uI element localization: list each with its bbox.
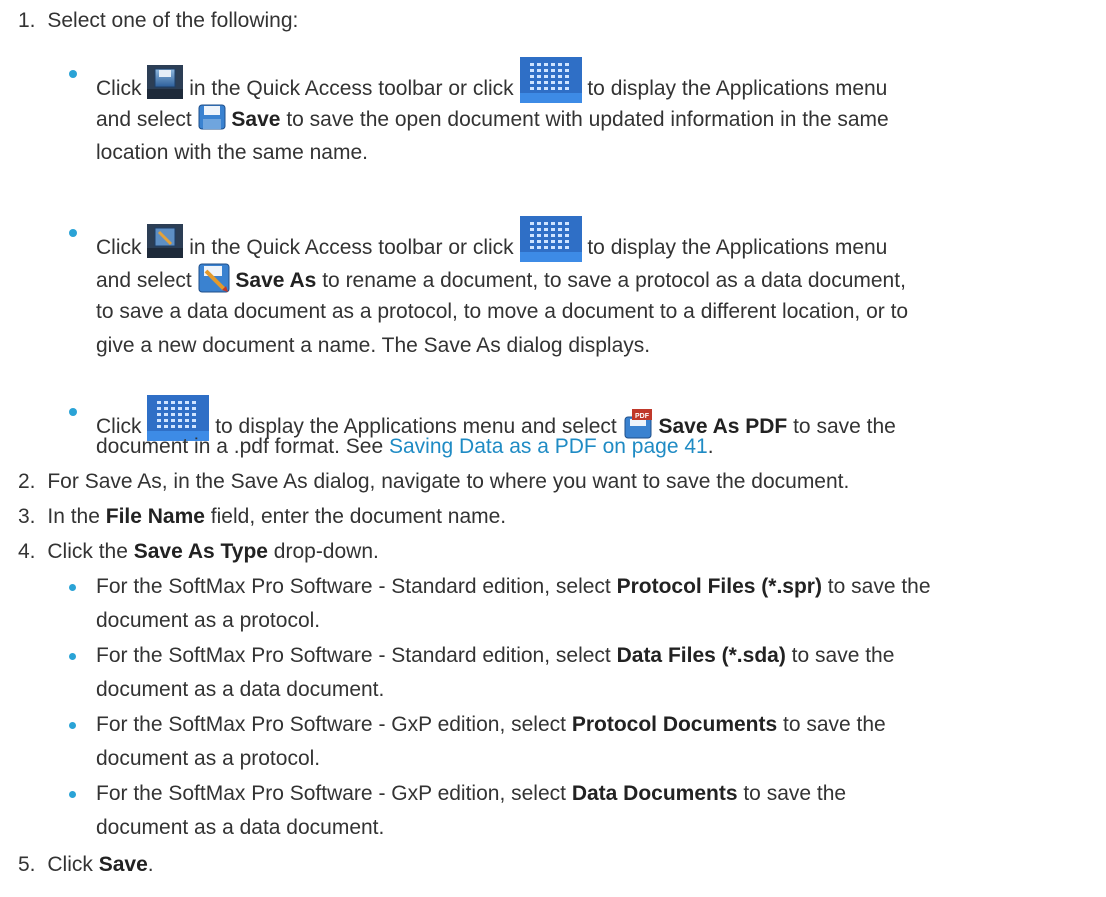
applications-menu-icon[interactable] [519, 216, 582, 262]
step-text: For Save As, in the Save As dialog, navi… [47, 470, 850, 493]
sub-text: to save the [785, 644, 895, 667]
bullet-text: give a new document a name. The Save As … [96, 334, 651, 357]
sub-text: to save the [737, 782, 847, 805]
sub-item-2-line2: document as a data document. [96, 675, 384, 705]
sub-item-1-line1: For the SoftMax Pro Software - Standard … [96, 572, 931, 602]
sub-item-4-line1: For the SoftMax Pro Software - GxP editi… [96, 779, 846, 809]
bullet-text: and select [96, 108, 192, 131]
sub-text: to save the [821, 575, 931, 598]
option-label: Data Files (*.sda) [616, 644, 786, 667]
step-4: 4. Click the Save As Type drop-down. [18, 537, 379, 567]
svg-text:PDF: PDF [635, 413, 650, 420]
save-as-label: Save As [235, 269, 317, 292]
bullet-marker [69, 791, 76, 798]
step-2: 2. For Save As, in the Save As dialog, n… [18, 467, 849, 497]
bullet-save-line3: location with the same name. [96, 138, 368, 168]
bullet-saveas-line1: Click in the Quick Access toolbar or cli… [96, 216, 887, 263]
bullet-marker [69, 584, 76, 591]
option-label: Protocol Files (*.spr) [616, 575, 822, 598]
step-1: 1. Select one of the following: [18, 6, 298, 36]
bullet-saveas-line2: and select Save As to rename a document,… [96, 263, 906, 296]
bullet-text: Click [96, 236, 142, 259]
sub-text: document as a data document. [96, 678, 385, 701]
bullet-text: to save the open document with updated i… [286, 108, 889, 131]
bullet-saveas-line3: to save a data document as a protocol, t… [96, 297, 908, 327]
step-5: 5. Click Save. [18, 850, 154, 880]
sub-text: to save the [777, 713, 886, 736]
sub-text: For the SoftMax Pro Software - GxP editi… [96, 713, 572, 736]
bullet-text: . [707, 435, 714, 458]
save-as-type-label: Save As Type [133, 540, 268, 563]
sub-text: For the SoftMax Pro Software - GxP editi… [96, 782, 572, 805]
bullet-text: to display the Applications menu [587, 77, 888, 100]
bullet-marker [69, 229, 77, 237]
bullet-text: to display the Applications menu [587, 236, 888, 259]
bullet-text: in the Quick Access toolbar or click [189, 77, 514, 100]
step-text: drop-down. [267, 540, 379, 563]
bullet-text: in the Quick Access toolbar or click [189, 236, 514, 259]
applications-menu-icon[interactable] [519, 57, 582, 103]
bullet-marker [69, 653, 76, 660]
step-number: 1. [18, 9, 36, 32]
save-as-icon[interactable] [147, 224, 184, 258]
step-3: 3. In the File Name field, enter the doc… [18, 502, 506, 532]
step-text: Select one of the following: [47, 9, 299, 32]
bullet-text: to save the [793, 415, 896, 438]
sub-item-3-line1: For the SoftMax Pro Software - GxP editi… [96, 710, 886, 740]
bullet-save-line2: and select Save to save the open documen… [96, 104, 889, 135]
sub-item-2-line1: For the SoftMax Pro Software - Standard … [96, 641, 894, 671]
bullet-text: and select [96, 269, 192, 292]
step-number: 4. [18, 540, 36, 563]
sub-item-3-line2: document as a protocol. [96, 744, 320, 774]
save-label: Save [98, 853, 148, 876]
bullet-save-line1: Click in the Quick Access toolbar or cli… [96, 57, 887, 104]
step-number: 2. [18, 470, 36, 493]
bullet-text: to rename a document, to save a protocol… [322, 269, 906, 292]
step-number: 3. [18, 505, 36, 528]
sub-item-1-line2: document as a protocol. [96, 606, 320, 636]
step-text: Click the [47, 540, 134, 563]
bullet-saveas-line4: give a new document a name. The Save As … [96, 331, 650, 361]
save-icon [198, 104, 226, 130]
bullet-marker [69, 408, 77, 416]
pdf-link[interactable]: Saving Data as a PDF on page 41 [389, 435, 708, 458]
sub-text: For the SoftMax Pro Software - Standard … [96, 644, 617, 667]
option-label: Data Documents [571, 782, 738, 805]
floppy-save-icon[interactable] [147, 65, 184, 99]
file-name-label: File Name [105, 505, 205, 528]
step-text: field, enter the document name. [204, 505, 507, 528]
document-page: 1. Select one of the following: Click in… [0, 0, 1106, 897]
sub-text: document as a protocol. [96, 609, 321, 632]
bullet-text: to save a data document as a protocol, t… [96, 300, 909, 323]
save-as-icon [198, 263, 230, 293]
bullet-text: Click [96, 77, 142, 100]
sub-text: document as a protocol. [96, 747, 321, 770]
sub-item-4-line2: document as a data document. [96, 813, 384, 843]
sub-text: For the SoftMax Pro Software - Standard … [96, 575, 617, 598]
option-label: Protocol Documents [571, 713, 778, 736]
save-label: Save [231, 108, 281, 131]
step-text: In the [47, 505, 106, 528]
bullet-text: location with the same name. [96, 141, 368, 164]
bullet-text: document in a .pdf format. See [96, 435, 389, 458]
step-text: Click [47, 853, 99, 876]
step-text: . [147, 853, 154, 876]
bullet-pdf-line2: document in a .pdf format. See Saving Da… [96, 432, 714, 462]
sub-text: document as a data document. [96, 816, 385, 839]
bullet-marker [69, 722, 76, 729]
bullet-marker [69, 70, 77, 78]
step-number: 5. [18, 853, 36, 876]
